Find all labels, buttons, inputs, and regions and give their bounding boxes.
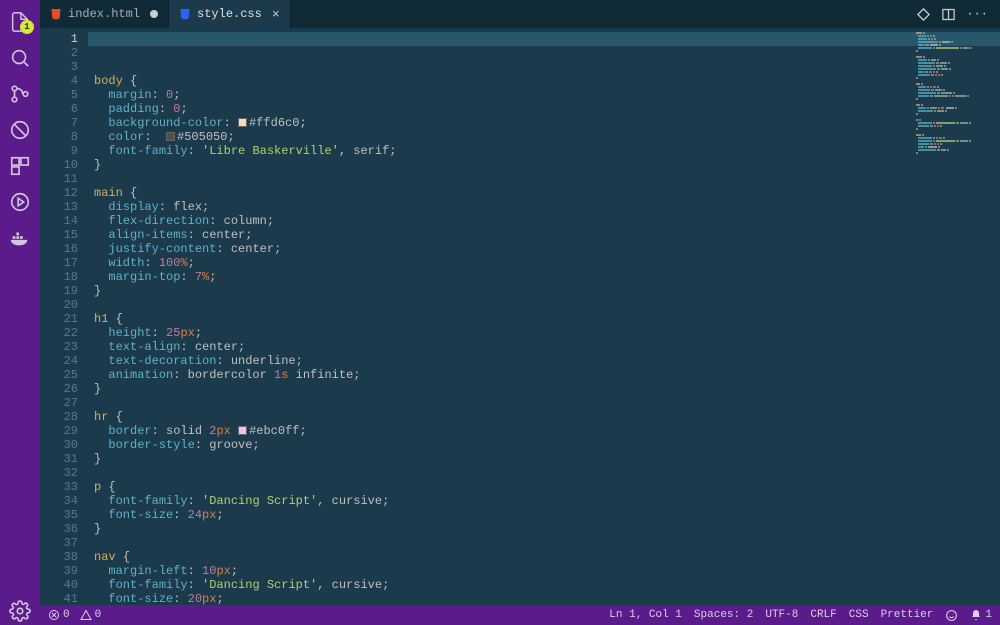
code-line: body { xyxy=(94,74,1000,88)
code-line xyxy=(94,536,1000,550)
line-number-gutter: 1234567891011121314151617181920212223242… xyxy=(40,28,88,605)
code-line xyxy=(94,396,1000,410)
close-tab-icon[interactable]: × xyxy=(272,7,280,22)
code-line: font-family: 'Libre Baskerville', serif; xyxy=(94,144,1000,158)
code-line: nav { xyxy=(94,550,1000,564)
status-encoding[interactable]: UTF-8 xyxy=(765,609,798,621)
dirty-indicator-icon xyxy=(150,10,158,18)
code-line: display: flex; xyxy=(94,200,1000,214)
status-notifications[interactable]: 1 xyxy=(970,609,992,621)
code-line: } xyxy=(94,382,1000,396)
code-line: margin: 0; xyxy=(94,88,1000,102)
code-line: border-style: groove; xyxy=(94,438,1000,452)
status-indentation[interactable]: Spaces: 2 xyxy=(694,609,753,621)
current-line-highlight xyxy=(88,32,1000,46)
docker-icon[interactable] xyxy=(6,224,34,252)
code-content[interactable]: body { margin: 0; padding: 0; background… xyxy=(88,28,1000,605)
code-line: p { xyxy=(94,480,1000,494)
code-line: } xyxy=(94,452,1000,466)
code-line: height: 25px; xyxy=(94,326,1000,340)
code-line: flex-direction: column; xyxy=(94,214,1000,228)
code-line: font-family: 'Dancing Script', cursive; xyxy=(94,494,1000,508)
tab-style-css[interactable]: style.css × xyxy=(169,0,291,28)
tab-label: index.html xyxy=(68,7,140,21)
color-swatch-icon xyxy=(166,132,175,141)
code-line: } xyxy=(94,522,1000,536)
code-line: text-decoration: underline; xyxy=(94,354,1000,368)
code-line: } xyxy=(94,158,1000,172)
code-line xyxy=(94,172,1000,186)
settings-gear-icon[interactable] xyxy=(6,597,34,625)
source-control-icon[interactable] xyxy=(6,80,34,108)
status-formatter[interactable]: Prettier xyxy=(881,609,934,621)
code-line: } xyxy=(94,284,1000,298)
status-cursor-position[interactable]: Ln 1, Col 1 xyxy=(609,609,682,621)
compare-changes-icon[interactable] xyxy=(916,7,931,22)
code-line: font-family: 'Dancing Script', cursive; xyxy=(94,578,1000,592)
split-editor-icon[interactable] xyxy=(941,7,956,22)
code-line: justify-content: center; xyxy=(94,242,1000,256)
code-line xyxy=(94,466,1000,480)
code-line: margin-top: 7%; xyxy=(94,270,1000,284)
remote-icon[interactable] xyxy=(6,188,34,216)
code-line: color: #505050; xyxy=(94,130,1000,144)
activity-bar: 1 xyxy=(0,0,40,625)
color-swatch-icon xyxy=(238,426,247,435)
error-icon xyxy=(48,609,60,621)
status-warnings[interactable]: 0 xyxy=(80,609,102,621)
tab-label: style.css xyxy=(197,7,262,21)
debug-icon[interactable] xyxy=(6,116,34,144)
bell-icon xyxy=(970,609,982,621)
code-line: hr { xyxy=(94,410,1000,424)
code-editor[interactable]: 1234567891011121314151617181920212223242… xyxy=(40,28,1000,605)
search-icon[interactable] xyxy=(6,44,34,72)
code-line: margin-left: 10px; xyxy=(94,564,1000,578)
editor-tabs: index.html style.css × ··· xyxy=(40,0,1000,28)
code-line: font-size: 20px; xyxy=(94,592,1000,605)
color-swatch-icon xyxy=(238,118,247,127)
extensions-icon[interactable] xyxy=(6,152,34,180)
code-line: font-size: 24px; xyxy=(94,508,1000,522)
more-actions-icon[interactable]: ··· xyxy=(966,7,988,21)
code-line: padding: 0; xyxy=(94,102,1000,116)
warning-icon xyxy=(80,609,92,621)
explorer-badge: 1 xyxy=(20,20,34,34)
code-line: main { xyxy=(94,186,1000,200)
status-errors[interactable]: 0 xyxy=(48,609,70,621)
code-line: align-items: center; xyxy=(94,228,1000,242)
code-line: border: solid 2px #ebc0ff; xyxy=(94,424,1000,438)
code-line: width: 100%; xyxy=(94,256,1000,270)
tab-index-html[interactable]: index.html xyxy=(40,0,169,28)
smiley-icon xyxy=(945,609,958,622)
code-line: animation: bordercolor 1s infinite; xyxy=(94,368,1000,382)
code-line xyxy=(94,298,1000,312)
status-language[interactable]: CSS xyxy=(849,609,869,621)
code-line: h1 { xyxy=(94,312,1000,326)
code-line: background-color: #ffd6c0; xyxy=(94,116,1000,130)
code-line: text-align: center; xyxy=(94,340,1000,354)
status-eol[interactable]: CRLF xyxy=(810,609,836,621)
html-file-icon xyxy=(50,8,62,20)
css-file-icon xyxy=(179,8,191,20)
explorer-icon[interactable]: 1 xyxy=(6,8,34,36)
status-bar: 0 0 Ln 1, Col 1 Spaces: 2 UTF-8 CRLF CSS… xyxy=(40,605,1000,625)
status-feedback[interactable] xyxy=(945,609,958,622)
